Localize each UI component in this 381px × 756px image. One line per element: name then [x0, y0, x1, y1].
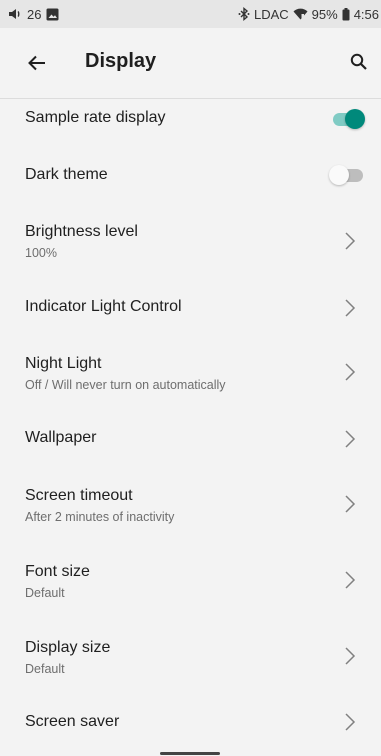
setting-title: Display size: [25, 639, 111, 656]
chevron-right-icon: [345, 232, 356, 250]
wifi-icon: [293, 8, 308, 20]
setting-brightness-level[interactable]: Brightness level 100%: [0, 214, 381, 270]
gesture-nav-handle[interactable]: [160, 752, 220, 755]
status-right: LDAC 95% 4:56: [238, 7, 381, 22]
setting-title: Brightness level: [25, 223, 138, 240]
setting-subtitle: Off / Will never turn on automatically: [25, 378, 226, 392]
setting-night-light[interactable]: Night Light Off / Will never turn on aut…: [0, 346, 381, 402]
bluetooth-icon: [238, 7, 250, 21]
arrow-left-icon: [28, 55, 45, 71]
setting-screen-saver[interactable]: Screen saver: [0, 704, 381, 744]
chevron-right-icon: [345, 571, 356, 589]
setting-title: Dark theme: [25, 166, 108, 183]
chevron-right-icon: [345, 363, 356, 381]
setting-title: Wallpaper: [25, 429, 97, 446]
setting-subtitle: 100%: [25, 246, 57, 260]
bluetooth-codec: LDAC: [253, 6, 289, 22]
setting-title: Screen timeout: [25, 487, 133, 504]
setting-title: Indicator Light Control: [25, 298, 182, 315]
setting-title: Sample rate display: [25, 109, 166, 126]
status-left: 26: [0, 7, 59, 22]
setting-title: Night Light: [25, 355, 102, 372]
volume-icon: [9, 9, 20, 19]
setting-dark-theme[interactable]: Dark theme: [0, 155, 381, 195]
search-icon: [350, 53, 367, 70]
image-notification-icon: [46, 8, 59, 20]
setting-display-size[interactable]: Display size Default: [0, 630, 381, 686]
search-button[interactable]: [343, 46, 373, 76]
chevron-right-icon: [345, 430, 356, 448]
setting-title: Font size: [25, 563, 90, 580]
back-button[interactable]: [22, 48, 52, 78]
clock: 4:56: [353, 6, 379, 22]
chevron-right-icon: [345, 713, 356, 731]
toggle-knob: [345, 109, 365, 129]
setting-subtitle: After 2 minutes of inactivity: [25, 510, 175, 524]
chevron-right-icon: [345, 495, 356, 513]
dark-theme-toggle[interactable]: [329, 163, 367, 187]
toggle-knob: [329, 165, 349, 185]
setting-wallpaper[interactable]: Wallpaper: [0, 418, 381, 462]
battery-percent: 95%: [311, 6, 338, 22]
app-bar: Display: [0, 28, 381, 98]
chevron-right-icon: [345, 299, 356, 317]
battery-icon: [342, 7, 350, 20]
page-title: Display: [85, 50, 157, 72]
setting-screen-timeout[interactable]: Screen timeout After 2 minutes of inacti…: [0, 478, 381, 534]
setting-subtitle: Default: [25, 662, 65, 676]
setting-title: Screen saver: [25, 713, 120, 730]
setting-subtitle: Default: [25, 586, 65, 600]
chevron-right-icon: [345, 647, 356, 665]
volume-level: 26: [27, 6, 42, 22]
setting-indicator-light-control[interactable]: Indicator Light Control: [0, 286, 381, 330]
setting-font-size[interactable]: Font size Default: [0, 554, 381, 610]
setting-sample-rate-display[interactable]: Sample rate display: [0, 99, 381, 139]
sample-rate-toggle[interactable]: [331, 107, 367, 131]
status-bar: 26 LDAC 95% 4:56: [0, 0, 381, 28]
